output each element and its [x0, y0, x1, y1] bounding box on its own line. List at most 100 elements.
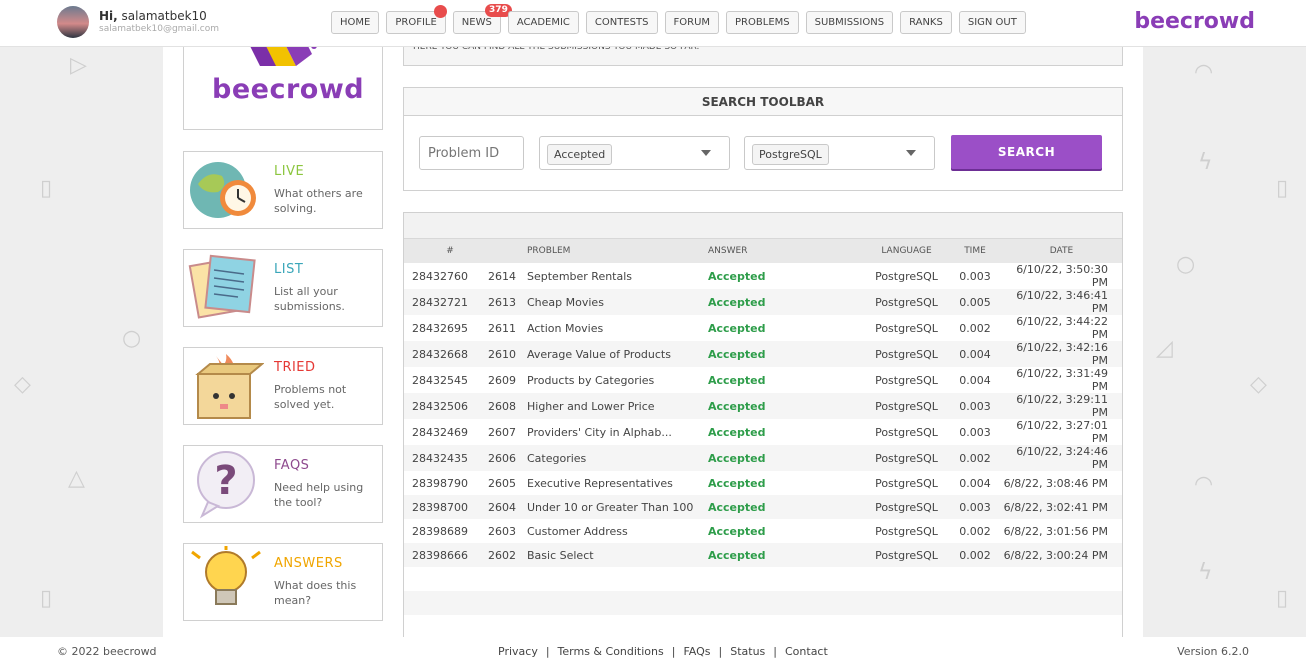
avatar[interactable] — [57, 6, 89, 38]
cell-date: 6/10/22, 3:46:41 PM — [1001, 289, 1122, 315]
nav-news-label: NEWS — [461, 17, 492, 28]
sidebar-card-live[interactable]: LIVE What others are solving. — [183, 151, 383, 229]
cell-time: 0.003 — [959, 425, 991, 439]
cell-date: 6/10/22, 3:24:46 PM — [1001, 445, 1122, 471]
header-problem: PROBLEM — [527, 239, 708, 263]
cell-submission-id[interactable]: 28432721 — [404, 289, 488, 315]
nav-academic-button[interactable]: ACADEMIC — [507, 11, 579, 34]
cell-answer: Accepted — [708, 341, 854, 367]
answer-select[interactable]: Accepted — [539, 136, 730, 170]
header-language: LANGUAGE — [854, 239, 949, 263]
table-row[interactable]: 28432506 2608 Higher and Lower Price Accept… — [404, 393, 1122, 419]
nav-ranks-button[interactable]: RANKS — [900, 11, 952, 34]
nav-news-button[interactable]: NEWS 379 — [452, 4, 512, 34]
nav-contests-button[interactable]: CONTESTS — [585, 11, 658, 34]
problem-id-input[interactable] — [419, 136, 524, 170]
table-row[interactable]: 28398700 2604 Under 10 or Greater Than 100… — [404, 495, 1122, 519]
background-bar-icon: ▯ — [40, 176, 53, 201]
cell-submission-id[interactable]: 28398790 — [404, 471, 488, 495]
background-diamond-icon: ◇ — [14, 372, 31, 397]
search-button[interactable]: SEARCH — [951, 135, 1102, 169]
sidebar-card-list[interactable]: LIST List all your submissions. — [183, 249, 383, 327]
cell-problem-name[interactable]: Higher and Lower Price — [527, 393, 708, 419]
cell-date: 6/8/22, 3:01:56 PM — [1003, 524, 1108, 538]
table-row[interactable]: 28398790 2605 Executive Representatives Acc… — [404, 471, 1122, 495]
footer-link-faqs[interactable]: FAQs — [683, 645, 710, 658]
footer-link-status[interactable]: Status — [730, 645, 765, 658]
user-email: salamatbek10@gmail.com — [99, 24, 220, 34]
cell-submission-id[interactable]: 28432506 — [404, 393, 488, 419]
cell-problem-name[interactable]: Categories — [527, 445, 708, 471]
cell-problem-name[interactable]: Products by Categories — [527, 367, 708, 393]
cell-problem-name[interactable]: Executive Representatives — [527, 471, 708, 495]
nav-problems-button[interactable]: PROBLEMS — [726, 11, 799, 34]
cell-problem-name[interactable]: Under 10 or Greater Than 100 — [527, 495, 708, 519]
cell-time: 0.005 — [949, 289, 1001, 315]
footer-link-contact[interactable]: Contact — [785, 645, 828, 658]
background-bolt-icon: ϟ — [1198, 150, 1213, 175]
cell-submission-id[interactable]: 28432695 — [404, 315, 488, 341]
cell-date: 6/10/22, 3:50:30 PM — [1016, 263, 1108, 289]
table-row[interactable]: 28432668 2610 Average Value of Products Acc… — [404, 341, 1122, 367]
cell-date: 6/10/22, 3:27:01 PM — [1016, 419, 1108, 445]
cell-answer: Accepted — [708, 373, 766, 387]
table-row[interactable]: 28398666 2602 Basic Select Accepted PostgreS… — [404, 543, 1122, 567]
search-toolbar: SEARCH TOOLBAR Accepted PostgreSQL SEARC… — [403, 87, 1123, 191]
card-desc-faqs: Need help using the tool? — [274, 481, 364, 509]
footer-divider: | — [671, 645, 676, 658]
cell-answer: Accepted — [708, 393, 854, 419]
cell-date: 6/8/22, 3:08:46 PM — [1003, 476, 1108, 490]
sidebar-card-tried[interactable]: TRIED Problems not solved yet. — [183, 347, 383, 425]
profile-notification-dot — [433, 5, 447, 18]
cell-submission-id[interactable]: 28398666 — [404, 543, 488, 567]
table-row[interactable]: 28432545 2609 Products by Categories Accept… — [404, 367, 1122, 393]
cell-submission-id[interactable]: 28398689 — [404, 519, 488, 543]
card-title-live: LIVE — [274, 164, 305, 179]
question-bubble-icon: ? — [197, 451, 255, 519]
cell-answer: Accepted — [708, 524, 766, 538]
table-row[interactable]: 28432695 2611 Action Movies Accepted Postgre… — [404, 315, 1122, 341]
background-bar-icon: ▯ — [1276, 586, 1289, 611]
cell-answer: Accepted — [708, 321, 766, 335]
cell-submission-id[interactable]: 28432469 — [404, 419, 488, 445]
table-row[interactable]: 28432721 2613 Cheap Movies Accepted PostgreS… — [404, 289, 1122, 315]
cell-submission-id[interactable]: 28398700 — [404, 495, 488, 519]
language-select[interactable]: PostgreSQL — [744, 136, 935, 170]
sidebar-logo-card[interactable]: beecrowd — [183, 37, 383, 130]
sidebar-card-answers[interactable]: ANSWERS What does this mean? — [183, 543, 383, 621]
footer-link-terms[interactable]: Terms & Conditions — [558, 645, 664, 658]
cell-problem-name[interactable]: Cheap Movies — [527, 289, 708, 315]
cell-problem-name[interactable]: September Rentals — [527, 263, 708, 289]
table-row[interactable]: 28432435 2606 Categories Accepted PostgreSQL… — [404, 445, 1122, 471]
cell-submission-id[interactable]: 28432545 — [404, 367, 488, 393]
cell-submission-id[interactable]: 28432668 — [404, 341, 488, 367]
background-arc-icon: ◠ — [1194, 472, 1214, 497]
cell-answer: Accepted — [708, 476, 766, 490]
cell-problem-name[interactable]: Average Value of Products — [527, 341, 708, 367]
cell-time: 0.004 — [949, 341, 1001, 367]
cell-submission-id[interactable]: 28432435 — [404, 445, 488, 471]
nav-sign-out-button[interactable]: SIGN OUT — [958, 11, 1026, 34]
card-title-faqs: FAQS — [274, 458, 310, 473]
nav-home-button[interactable]: HOME — [331, 11, 380, 34]
cell-submission-id[interactable]: 28432760 — [404, 263, 488, 289]
cell-language: PostgreSQL — [854, 445, 949, 471]
table-row[interactable]: 28398689 2603 Customer Address Accepted Post… — [404, 519, 1122, 543]
nav-submissions-button[interactable]: SUBMISSIONS — [805, 11, 894, 34]
cell-problem-name[interactable]: Basic Select — [527, 543, 708, 567]
sidebar-card-faqs[interactable]: ? FAQS Need help using the tool? — [183, 445, 383, 523]
cell-problem-name[interactable]: Customer Address — [527, 519, 708, 543]
cell-answer: Accepted — [708, 269, 766, 283]
table-row[interactable]: 28432469 2607 Providers' City in Alphab...… — [404, 419, 1122, 445]
card-desc-live: What others are solving. — [274, 187, 363, 215]
nav-profile-button[interactable]: PROFILE — [386, 5, 447, 34]
cell-answer: Accepted — [708, 425, 766, 439]
cell-problem-id: 2610 — [488, 341, 527, 367]
table-row[interactable]: 28432760 2614 September Rentals Accepted Pos… — [404, 263, 1122, 289]
nav-forum-button[interactable]: FORUM — [664, 11, 720, 34]
cell-problem-name[interactable]: Action Movies — [527, 315, 708, 341]
cell-problem-name[interactable]: Providers' City in Alphab... — [527, 419, 708, 445]
table-header-row: # PROBLEM ANSWER LANGUAGE TIME DATE — [404, 239, 1122, 263]
brand-logo[interactable]: beecrowd — [1134, 9, 1255, 34]
footer-link-privacy[interactable]: Privacy — [498, 645, 538, 658]
